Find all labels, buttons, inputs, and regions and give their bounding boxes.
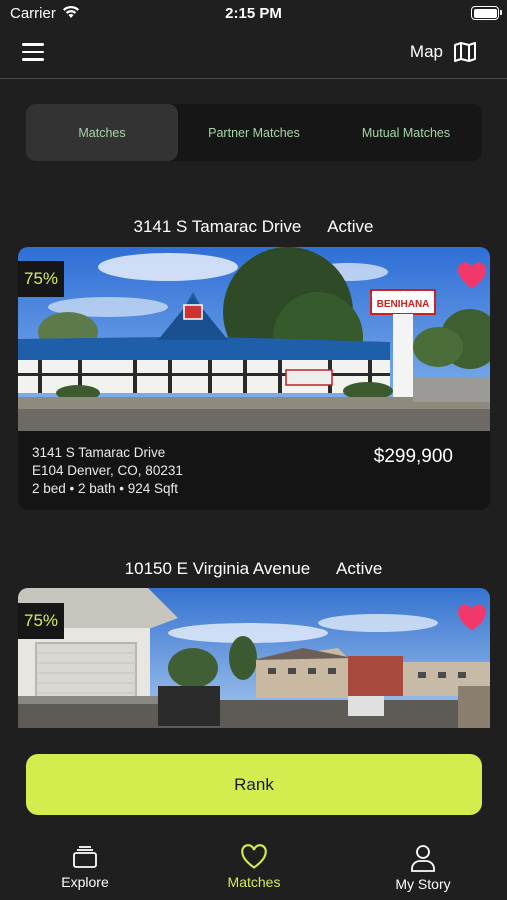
bottom-tab-bar: Explore Matches My Story [0,832,507,900]
listing-card[interactable]: BENIHANA 75% 3141 S Tamarac Drive E104 D… [18,247,490,510]
listing-status: Active [327,217,374,236]
map-label: Map [409,42,443,61]
tab-explore[interactable]: Explore [25,844,145,892]
tab-partner-matches[interactable]: Partner Matches [178,104,330,161]
match-percentage-badge: 75% [18,603,64,639]
listing-price: $299,900 [373,446,453,467]
tab-matches[interactable]: Matches [26,104,178,161]
listing-status: Active [336,559,383,578]
explore-icon [73,846,97,868]
tab-explore-label: Explore [61,874,109,890]
favorite-heart-icon[interactable] [457,262,487,290]
match-percentage-badge: 75% [18,261,64,297]
status-time: 2:15 PM [225,5,282,22]
heart-icon [241,844,267,869]
tab-matches-label: Matches [227,874,281,890]
rank-button[interactable]: Rank [26,754,482,815]
listing-specs: 2 bed • 2 bath • 924 Sqft [32,481,179,496]
tab-matches-nav[interactable]: Matches [194,844,314,892]
listing-title: 3141 S Tamarac Drive Active [0,217,507,237]
tab-my-story-label: My Story [395,876,451,892]
map-button[interactable]: Map [410,40,477,64]
person-icon [411,845,435,872]
listing-title: 10150 E Virginia Avenue Active [0,559,507,579]
status-bar: Carrier 2:15 PM [0,0,507,28]
listing-photo[interactable] [18,588,490,728]
hamburger-menu-icon[interactable] [22,43,44,61]
listing-card[interactable]: 75% [18,588,490,728]
sign-text: BENIHANA [377,299,430,310]
tab-my-story[interactable]: My Story [363,844,483,894]
listing-address: 3141 S Tamarac Drive [133,217,302,236]
listing-photo[interactable]: BENIHANA [18,247,490,431]
favorite-heart-icon[interactable] [457,604,487,632]
battery-icon [471,6,502,20]
top-nav-bar: Map [0,28,507,79]
matches-segmented-control: Matches Partner Matches Mutual Matches [26,104,482,161]
listing-address: 10150 E Virginia Avenue [124,559,311,578]
map-icon [454,42,476,62]
tab-mutual-matches[interactable]: Mutual Matches [330,104,482,161]
